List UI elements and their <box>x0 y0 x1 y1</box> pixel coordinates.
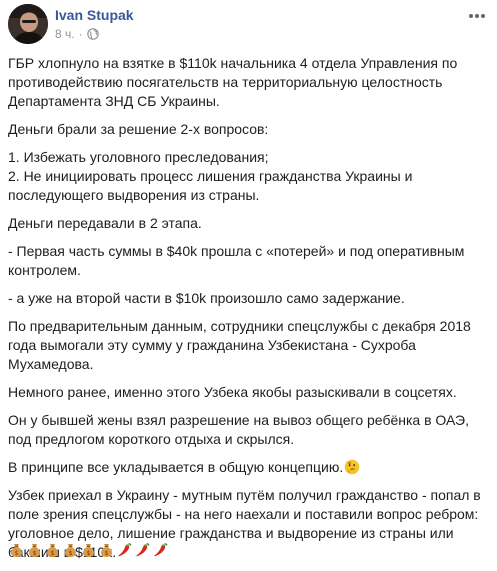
meta-separator: · <box>78 27 83 41</box>
hot-pepper-icon <box>116 541 133 558</box>
facebook-post: Ivan Stupak 8 ч. · ГБР хлопнуло на взятк… <box>0 0 497 561</box>
post-paragraph: Немного ранее, именно этого Узбека якобы… <box>8 384 457 400</box>
thinking-face-icon <box>344 459 360 475</box>
ellipsis-icon[interactable] <box>467 8 487 24</box>
post-paragraph: Деньги брали за решение 2-х вопросов: <box>8 121 269 137</box>
svg-text:$: $ <box>15 550 19 557</box>
post-paragraph: Деньги передавали в 2 этапа. <box>8 215 202 231</box>
avatar-photo-icon <box>8 4 48 44</box>
svg-text:$: $ <box>51 550 55 557</box>
svg-text:$: $ <box>69 550 73 557</box>
money-bag-icon: $ <box>62 541 79 558</box>
svg-text:$: $ <box>33 550 37 557</box>
author-name-link[interactable]: Ivan Stupak <box>55 7 134 23</box>
post-header: Ivan Stupak 8 ч. · <box>8 4 489 44</box>
post-paragraph-with-emoji: В принципе все укладывается в общую конц… <box>8 458 492 477</box>
post-text: ГБР хлопнуло на взятке в $110k начальник… <box>8 54 492 571</box>
money-bag-icon: $ <box>98 541 115 558</box>
svg-text:$: $ <box>105 550 109 557</box>
post-paragraph-text: В принципе все укладывается в общую конц… <box>8 459 344 475</box>
emoji-row: $ $ $ $ $ $ <box>8 540 169 558</box>
post-paragraph: Он у бывшей жены взял разрешение на выво… <box>8 412 469 447</box>
post-paragraph: ГБР хлопнуло на взятке в $110k начальник… <box>8 55 458 109</box>
post-meta: 8 ч. · <box>55 27 99 41</box>
post-paragraph: - а уже на второй части в $10k произошло… <box>8 290 405 306</box>
svg-text:$: $ <box>87 550 91 557</box>
author-avatar[interactable] <box>8 4 48 44</box>
post-paragraph: 1. Избежать уголовного преследования; 2.… <box>8 149 413 203</box>
globe-icon[interactable] <box>86 28 99 40</box>
money-bag-icon: $ <box>26 541 43 558</box>
money-bag-icon: $ <box>8 541 25 558</box>
hot-pepper-icon <box>152 541 169 558</box>
post-paragraph: По предварительным данным, сотрудники сп… <box>8 318 471 372</box>
money-bag-icon: $ <box>44 541 61 558</box>
money-bag-icon: $ <box>80 541 97 558</box>
hot-pepper-icon <box>134 541 151 558</box>
post-paragraph: - Первая часть суммы в $40k прошла с «по… <box>8 243 465 278</box>
post-timestamp[interactable]: 8 ч. <box>55 27 75 41</box>
